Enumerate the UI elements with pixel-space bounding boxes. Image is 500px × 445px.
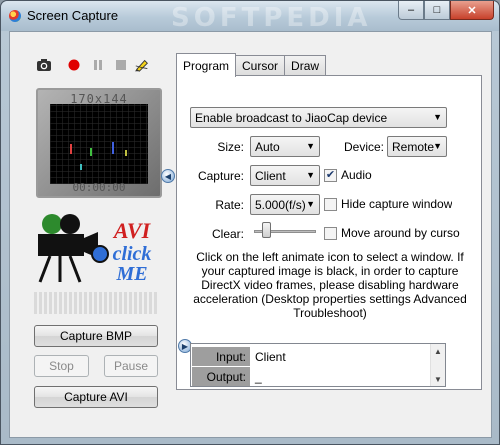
app-window: Screen Capture SOFTPEDIA – □ ✕ 170x144 0… — [0, 0, 500, 445]
device-select-value: Remote — [392, 139, 435, 154]
scroll-up-icon[interactable]: ▲ — [431, 344, 445, 358]
rate-select-value: 5.000(f/s) — [255, 197, 306, 212]
log-scrollbar[interactable]: ▲ ▼ — [430, 344, 445, 386]
aviclickme-logo[interactable]: AVI click ME — [32, 212, 162, 285]
scroll-down-icon[interactable]: ▼ — [431, 372, 445, 386]
app-icon[interactable] — [9, 10, 21, 22]
checkbox-box — [324, 197, 337, 211]
tab-draw[interactable]: Draw — [284, 55, 327, 76]
audio-checkbox[interactable]: ✔ Audio — [324, 168, 372, 182]
size-label: Size: — [217, 140, 244, 154]
camera-icon[interactable] — [36, 57, 52, 73]
log-key-input: Input: — [192, 347, 250, 366]
log-row-input: Input: Client — [192, 347, 432, 366]
capture-label: Capture: — [197, 169, 244, 183]
checkbox-box — [324, 226, 337, 240]
chevron-down-icon: ▼ — [306, 199, 315, 209]
audio-checkbox-label: Audio — [341, 168, 372, 182]
help-text: Click on the left animate icon to select… — [193, 250, 467, 320]
tab-cursor[interactable]: Cursor — [235, 55, 286, 76]
capture-preview[interactable]: 170x144 00:00:00 — [36, 88, 162, 198]
preview-noise — [70, 142, 127, 170]
hide-capture-window-checkbox[interactable]: Hide capture window — [324, 197, 452, 211]
capture-select[interactable]: Client ▼ — [250, 165, 320, 186]
size-select-value: Auto — [255, 139, 280, 154]
log-value-output: _ — [255, 369, 262, 384]
status-log[interactable]: Input: Client Output: _ ▲ ▼ — [190, 343, 446, 387]
clear-label: Clear: — [211, 227, 244, 241]
device-select[interactable]: Remote ▼ — [387, 136, 447, 157]
maximize-button[interactable]: □ — [424, 1, 450, 20]
pause-icon[interactable] — [90, 57, 106, 73]
pencil-icon[interactable] — [134, 57, 150, 73]
capture-bmp-button[interactable]: Capture BMP — [34, 325, 158, 347]
logo-text-me: ME — [115, 263, 147, 284]
log-key-output: Output: — [192, 367, 250, 386]
rate-select[interactable]: 5.000(f/s) ▼ — [250, 194, 320, 215]
preview-size-label: 170x144 — [70, 92, 128, 106]
logo-text-click: click — [113, 243, 152, 265]
chevron-down-icon: ▼ — [306, 141, 315, 151]
chevron-down-icon: ▼ — [306, 170, 315, 180]
tab-strip: Program Cursor Draw — [176, 53, 327, 77]
pause-button[interactable]: Pause — [104, 355, 158, 377]
capture-select-value: Client — [255, 168, 286, 183]
capture-avi-button[interactable]: Capture AVI — [34, 386, 158, 408]
logo-text-avi: AVI — [112, 218, 152, 243]
move-around-checkbox[interactable]: Move around by curso — [324, 226, 476, 240]
title-bar[interactable]: Screen Capture SOFTPEDIA – □ ✕ — [1, 1, 499, 33]
rate-label: Rate: — [215, 198, 244, 212]
chevron-down-icon: ▼ — [433, 112, 442, 122]
window-title: Screen Capture — [27, 8, 119, 23]
log-value-input: Client — [255, 349, 286, 364]
clear-slider-thumb[interactable] — [261, 222, 271, 238]
collapse-arrow-icon[interactable]: ◀ — [161, 169, 175, 183]
stop-button[interactable]: Stop — [34, 355, 89, 377]
device-label: Device: — [343, 140, 384, 154]
record-icon[interactable] — [66, 57, 82, 73]
minimize-button[interactable]: – — [398, 1, 424, 20]
broadcast-select-value: Enable broadcast to JiaoCap device — [195, 110, 388, 125]
log-row-output: Output: _ — [192, 367, 432, 386]
size-select[interactable]: Auto ▼ — [250, 136, 320, 157]
client-area: 170x144 00:00:00 ◀ AVI click ME Capture … — [9, 31, 492, 438]
hide-capture-window-label: Hide capture window — [341, 197, 453, 211]
stop-icon[interactable] — [113, 57, 129, 73]
check-icon: ✔ — [324, 168, 337, 182]
watermark-text: SOFTPEDIA — [171, 3, 372, 33]
broadcast-select[interactable]: Enable broadcast to JiaoCap device ▼ — [190, 107, 447, 128]
chevron-down-icon: ▼ — [433, 141, 442, 151]
audio-level-meter — [34, 292, 158, 314]
move-around-label: Move around by curso — [341, 226, 460, 240]
preview-screen — [50, 104, 148, 184]
close-button[interactable]: ✕ — [450, 1, 494, 20]
tab-program[interactable]: Program — [176, 53, 237, 77]
preview-timer: 00:00:00 — [72, 181, 126, 194]
